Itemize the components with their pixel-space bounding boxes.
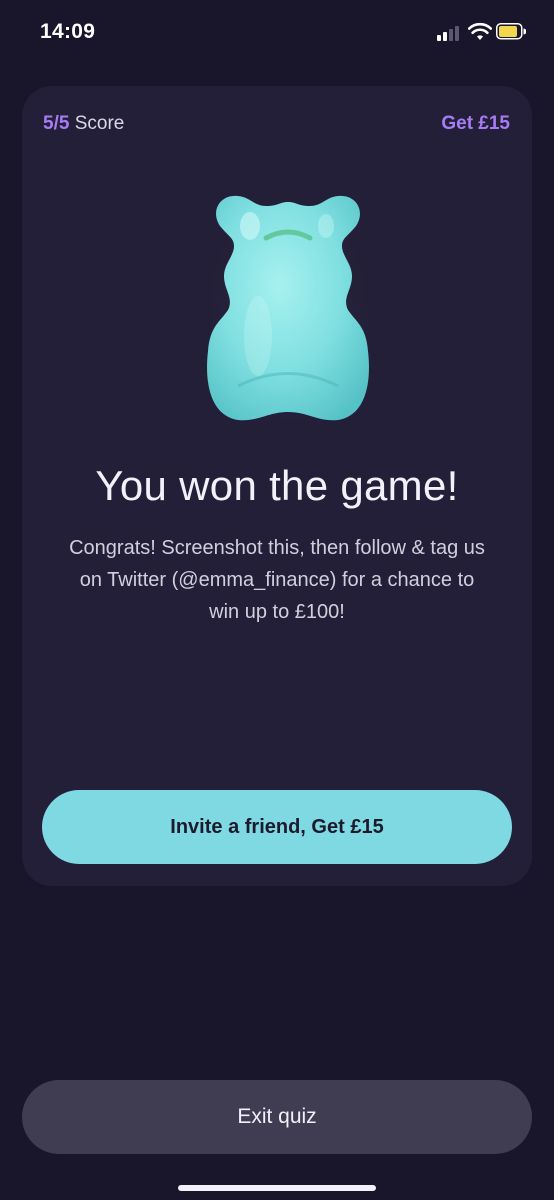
home-indicator[interactable] <box>178 1185 376 1191</box>
signal-icon <box>437 25 463 41</box>
result-card: 5/5 Score Get £15 You won the game! Cong… <box>22 86 532 886</box>
score-indicator: 5/5 Score <box>43 113 124 135</box>
battery-icon <box>496 23 526 40</box>
wifi-icon <box>468 22 492 40</box>
invite-friend-button[interactable]: Invite a friend, Get £15 <box>42 790 512 864</box>
win-title: You won the game! <box>95 462 459 509</box>
status-time: 14:09 <box>40 20 96 43</box>
score-label: Score <box>74 113 125 134</box>
exit-quiz-button[interactable]: Exit quiz <box>22 1080 532 1154</box>
get-reward-link[interactable]: Get £15 <box>441 113 510 135</box>
status-bar: 14:09 <box>0 0 554 60</box>
score-value: 5/5 <box>43 113 70 134</box>
gummy-bear-icon <box>198 186 378 436</box>
win-message: Congrats! Screenshot this, then follow &… <box>69 537 485 623</box>
